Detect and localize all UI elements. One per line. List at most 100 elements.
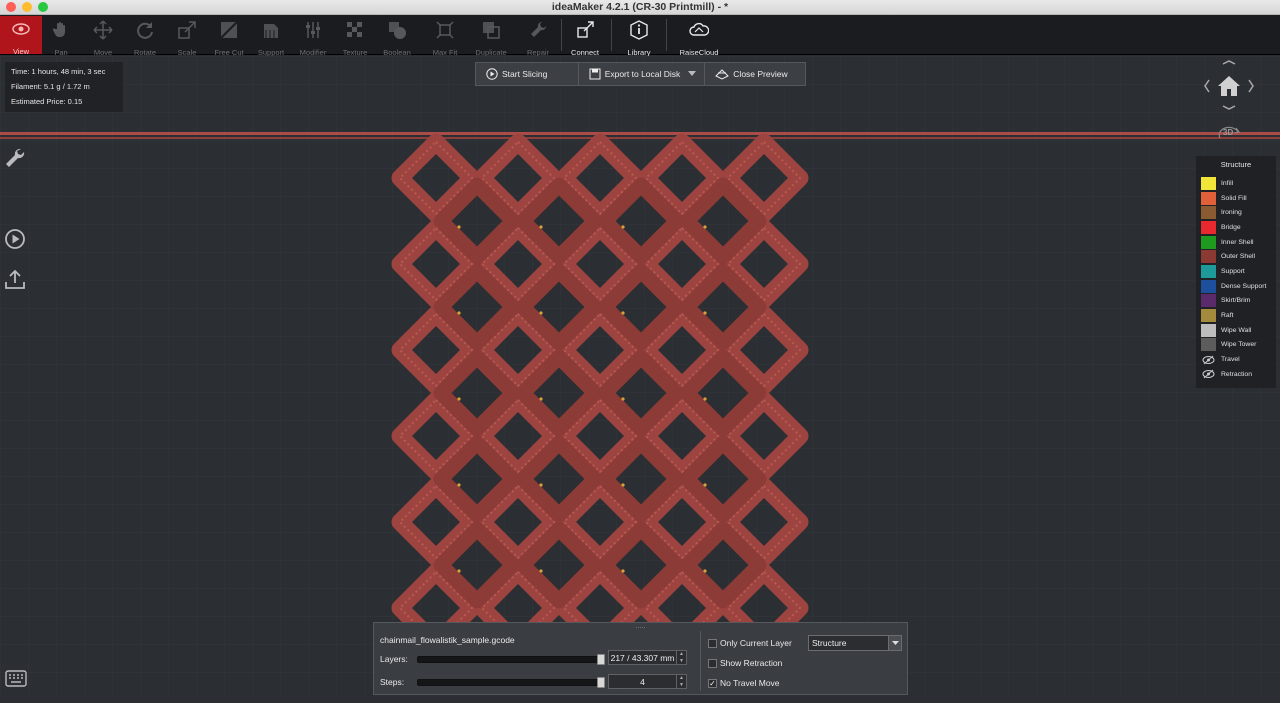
legend-item-raft[interactable]: Raft [1196,308,1276,323]
infill-speck [621,225,625,229]
sliders-icon [306,22,320,38]
wrench-icon[interactable] [4,147,26,169]
view-mode-3d-button[interactable]: 3D [1216,124,1242,144]
gcode-filename: chainmail_flowalistik_sample.gcode [380,635,515,645]
chevron-right-icon[interactable] [1248,79,1254,93]
show-retraction-checkbox[interactable]: Show Retraction [708,658,782,668]
legend-swatch [1201,279,1216,293]
layers-slider-handle[interactable] [597,654,605,665]
chevron-up-icon[interactable] [1222,60,1236,65]
legend-item-skirt-brim[interactable]: Skirt/Brim [1196,294,1276,309]
play-icon[interactable] [4,228,26,250]
legend-item-inner-shell[interactable]: Inner Shell [1196,235,1276,250]
toolbar-pan-button[interactable]: Pan [40,17,82,57]
infill-speck [457,569,461,573]
steps-slider[interactable] [417,677,605,688]
toolbar-texture-button[interactable]: Texture [334,17,376,57]
chevron-down-icon[interactable] [688,71,697,77]
wrench-icon [531,21,547,37]
build-plate-edge [0,137,1280,139]
steps-slider-handle[interactable] [597,677,605,688]
infill-speck [703,311,707,315]
toolpath-preview[interactable] [0,56,1280,698]
home-icon[interactable] [1218,76,1240,96]
checkbox-box[interactable] [708,658,717,668]
infill-speck [703,397,707,401]
toolbar-boolean-button[interactable]: Boolean [376,17,418,57]
spin-down-icon[interactable]: ▼ [677,682,686,689]
title-bar: ideaMaker 4.2.1 (CR-30 Printmill) - * [0,0,1280,15]
infill-speck [703,569,707,573]
toolbar-max-fit-button[interactable]: Max Fit [424,17,466,57]
legend-item-bridge[interactable]: Bridge [1196,220,1276,235]
layers-label: Layers: [380,654,408,664]
camera-nav-cluster[interactable] [1202,60,1256,114]
cut-icon [220,21,238,39]
steps-label: Steps: [380,677,405,687]
toolbar-raisecloud-button[interactable]: RaiseCloud [678,17,720,57]
steps-slider-fill [418,680,603,685]
checkbox-box[interactable]: ✓ [708,678,717,688]
hand-icon [52,22,65,37]
toolbar-repair-button[interactable]: Repair [517,17,559,57]
toolbar-move-button[interactable]: Move [82,17,124,57]
legend-item-wipe-wall[interactable]: Wipe Wall [1196,323,1276,338]
spin-down-icon[interactable]: ▼ [677,658,686,665]
only-current-layer-checkbox[interactable]: Only Current Layer [708,638,792,648]
chevron-down-icon[interactable] [1222,105,1236,110]
print-time: Time: 1 hours, 48 min, 3 sec [11,67,106,76]
connect-icon [577,21,594,38]
legend-item-dense-support[interactable]: Dense Support [1196,279,1276,294]
play-icon [486,68,498,80]
legend-item-outer-shell[interactable]: Outer Shell [1196,249,1276,264]
toolbar-duplicate-button[interactable]: Duplicate [470,17,512,57]
structure-dropdown[interactable]: Structure [808,635,902,651]
toolbar-support-button[interactable]: Support [250,17,292,57]
chevron-down-icon [892,641,899,645]
eye-icon [12,23,30,35]
main-toolbar: View Pan Move Rotate Scale Free Cut Supp… [0,15,1280,57]
infill-speck [457,225,461,229]
save-icon [589,68,601,80]
panel-drag-handle[interactable]: ..... [374,623,907,630]
legend-item-infill[interactable]: Infill [1196,176,1276,191]
steps-spinbox[interactable]: 4 ▲ ▼ [608,674,687,689]
legend-swatch [1201,176,1216,190]
start-slicing-button[interactable]: Start Slicing [476,63,579,85]
toolbar-scale-button[interactable]: Scale [166,17,208,57]
upload-icon[interactable] [4,268,26,290]
legend-toggle-retraction[interactable]: Retraction [1196,367,1276,382]
3d-viewport[interactable] [0,56,1280,698]
legend-item-support[interactable]: Support [1196,264,1276,279]
toolbar-rotate-button[interactable]: Rotate [124,17,166,57]
keyboard-icon[interactable] [5,670,27,687]
legend-item-ironing[interactable]: Ironing [1196,205,1276,220]
checkbox-box[interactable] [708,638,717,648]
toolbar-view-button[interactable]: View [0,16,42,56]
preview-action-bar: Start Slicing Export to Local Disk Close… [475,62,806,86]
close-preview-button[interactable]: Close Preview [705,63,805,85]
infill-speck [457,397,461,401]
layers-slider[interactable] [417,654,605,665]
toolbar-free-cut-button[interactable]: Free Cut [208,17,250,57]
export-local-disk-button[interactable]: Export to Local Disk [579,63,706,85]
legend-item-solid-fill[interactable]: Solid Fill [1196,191,1276,206]
toolbar-modifier-button[interactable]: Modifier [292,17,334,57]
cloud-icon [689,22,710,36]
legend-toggle-travel[interactable]: Travel [1196,352,1276,367]
no-travel-move-checkbox[interactable]: ✓ No Travel Move [708,678,780,688]
legend-swatch [1201,338,1216,352]
toolbar-library-button[interactable]: Library [618,17,660,57]
duplicate-icon [483,22,500,39]
legend-item-wipe-tower[interactable]: Wipe Tower [1196,338,1276,353]
legend-swatch [1201,220,1216,234]
layers-spinbox[interactable]: 217 / 43.307 mm ▲ ▼ [608,650,687,665]
infill-speck [457,483,461,487]
gcode-preview-panel: ..... chainmail_flowalistik_sample.gcode… [373,622,908,695]
scale-icon [178,21,196,39]
infill-speck [621,569,625,573]
legend-swatch [1201,191,1216,205]
infill-speck [703,225,707,229]
chevron-left-icon[interactable] [1204,79,1210,93]
toolbar-connect-button[interactable]: Connect [564,17,606,57]
